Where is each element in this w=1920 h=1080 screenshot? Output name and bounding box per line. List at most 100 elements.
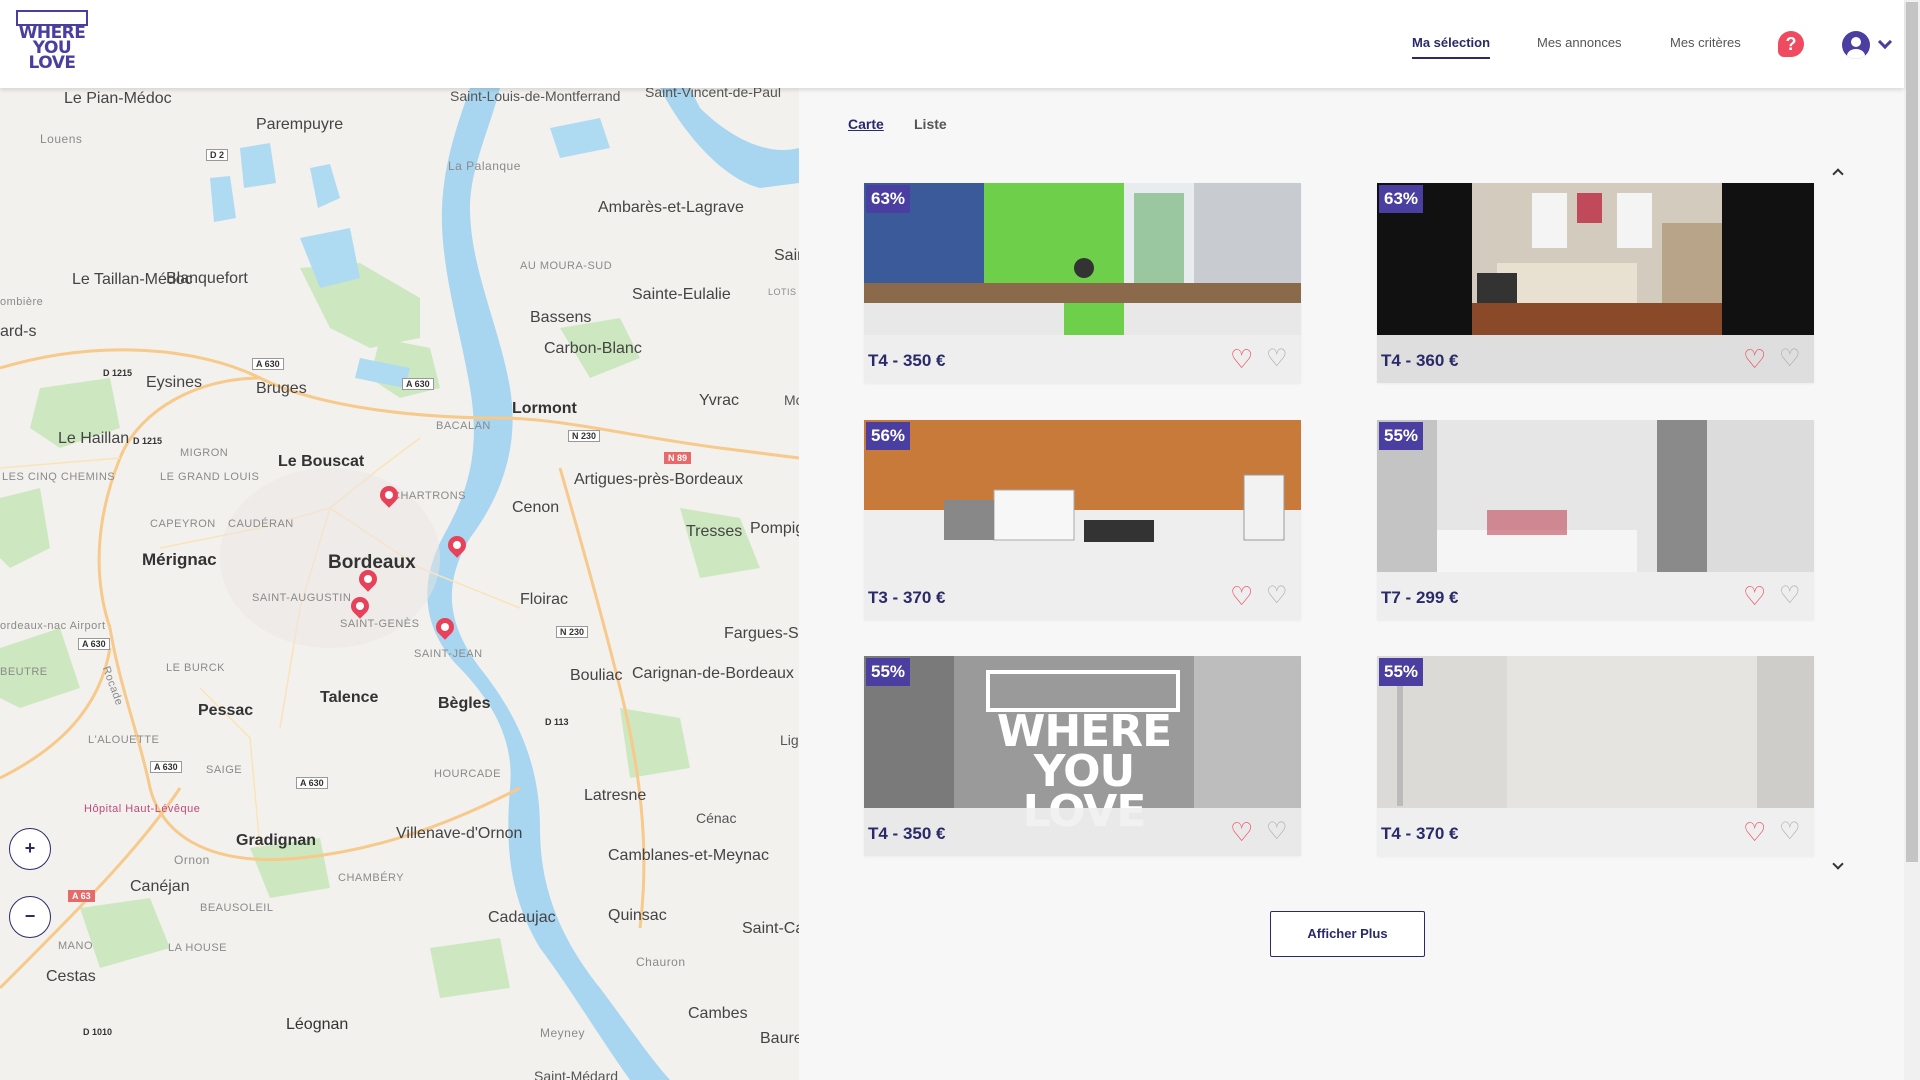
map-label: Camblanes-et-Meynac [608,847,769,864]
map-label: AU MOURA-SUD [520,260,613,272]
match-badge: 56% [866,422,911,450]
dislike-icon[interactable]: ♡ [1266,584,1288,608]
listing-card[interactable]: 55% T4 - 370 € ♡ ♡ [1377,656,1814,856]
nav-mes-criteres[interactable]: Mes critères [1670,35,1741,50]
map-label: ordeaux-nac Airport [0,620,106,632]
heart-icon[interactable]: ♡ [1743,819,1766,845]
top-bar: WHERE YOU LOVE Ma sélection Mes annonces… [0,0,1904,88]
road-shield: N 89 [664,452,692,464]
map-label: LE GRAND LOUIS [160,471,260,483]
map-label: Quinsac [608,907,667,924]
heart-icon[interactable]: ♡ [1743,583,1766,609]
match-badge: 63% [1379,185,1424,213]
map-label: LE BURCK [166,662,226,674]
heart-icon[interactable]: ♡ [1743,346,1766,372]
road-shield: D 1215 [133,436,163,446]
listing-card[interactable]: WHERE YOU LOVE 55% T4 - 350 € ♡ ♡ [864,656,1301,856]
map-label: Latresne [584,787,647,804]
map-label: BEAUSOLEIL [200,902,274,914]
user-head-shape [1851,37,1861,47]
map-label: Saint-Louis-de-Montferrand [450,88,621,104]
map-label: BACALAN [436,420,491,432]
show-more-button[interactable]: Afficher Plus [1270,911,1425,957]
page-scrollbar[interactable] [1904,0,1920,1080]
map-label: BEUTRE [0,666,48,678]
dislike-icon[interactable]: ♡ [1266,820,1288,844]
map-label: Cénac [696,810,737,826]
map-label: Cambes [688,1005,748,1022]
map-label: ombière [0,296,44,308]
map-label: MIGRON [180,447,229,459]
match-badge: 55% [1379,658,1424,686]
map-label: Floirac [520,591,569,608]
page-scrollbar-thumb[interactable] [1906,2,1918,862]
map-label: CAUDÉRAN [228,518,294,530]
road-shield: D 1215 [103,368,133,378]
map-label: Pessac [198,702,254,719]
map-label: LOTIS LE C GRA [768,287,799,297]
map-label: Tresses [686,523,743,540]
match-badge: 55% [866,658,911,686]
heart-icon[interactable]: ♡ [1230,346,1253,372]
listing-card[interactable]: 63% T4 - 350 € ♡ ♡ [864,183,1301,383]
listing-card[interactable]: 56% T3 - 370 € ♡ ♡ [864,420,1301,620]
nav-mes-annonces[interactable]: Mes annonces [1537,35,1622,50]
dislike-icon[interactable]: ♡ [1779,820,1801,844]
listing-card[interactable]: 55% T7 - 299 € ♡ ♡ [1377,420,1814,620]
map-label: Sair [774,247,799,264]
scroll-up-icon[interactable] [1832,168,1844,180]
chevron-down-icon[interactable] [1877,34,1893,50]
map-label: Canéjan [130,878,190,895]
user-account-icon[interactable] [1842,31,1870,59]
map-label: LES CINQ CHEMINS [2,471,116,483]
heart-icon[interactable]: ♡ [1230,583,1253,609]
road-shield: N 230 [556,626,589,638]
map-label: SAIGE [206,764,243,776]
scroll-down-icon[interactable] [1832,858,1844,870]
road-shield: D 113 [545,717,569,727]
map-label: SAINT-AUGUSTIN [252,592,352,604]
map-label: Talence [320,689,379,706]
listing-card[interactable]: 63% T4 - 360 € ♡ ♡ [1377,183,1814,383]
map-label: Parempuyre [256,116,344,133]
zoom-out-button[interactable]: − [9,896,51,938]
map-label: Blanquefort [166,270,248,287]
map-label: Carignan-de-Bordeaux [632,665,794,682]
map-label: SAINT-GENÈS [340,618,420,630]
road-shield: A 630 [252,358,284,370]
heart-icon[interactable]: ♡ [1230,819,1253,845]
listing-title: T4 - 360 € [1381,351,1459,370]
map-label: Lormont [512,400,577,417]
map-label: Artigues-près-Bordeaux [574,471,743,488]
help-icon[interactable]: ? [1778,31,1804,57]
listing-title: T7 - 299 € [1381,588,1459,607]
map-view[interactable]: Le Pian-Médoc Parempuyre Saint-Louis-de-… [0,88,799,1080]
dislike-icon[interactable]: ♡ [1779,584,1801,608]
map-label: Ambarès-et-Lagrave [598,199,744,216]
map-label: Gradignan [236,832,317,849]
tab-carte[interactable]: Carte [848,116,884,132]
dislike-icon[interactable]: ♡ [1779,347,1801,371]
map-label: CHARTRONS [392,490,466,502]
logo[interactable]: WHERE YOU LOVE [16,10,90,72]
map-label: LA HOUSE [168,942,228,954]
map-label: Bordeaux [328,552,416,573]
zoom-in-button[interactable]: + [9,828,51,870]
tab-liste[interactable]: Liste [914,116,947,132]
map-label: Carbon-Blanc [544,340,642,357]
map-label: Bouliac [570,667,623,684]
map-label: Hôpital Haut-Lévêque [84,803,201,815]
map-label: Ornon [174,853,210,867]
match-badge: 63% [866,185,911,213]
dislike-icon[interactable]: ♡ [1266,347,1288,371]
map-label: Pompig [750,520,799,537]
listing-title: T4 - 370 € [1381,824,1459,843]
map-label: Meyney [540,1026,586,1040]
nav-ma-selection[interactable]: Ma sélection [1412,35,1491,59]
map-label: Saint-Ca de-Bord [742,920,799,937]
map-label: Louens [40,132,83,146]
road-shield: N 230 [568,430,601,442]
map-label: Sainte-Eulalie [632,286,731,303]
listings-scrollbar[interactable] [1830,168,1846,876]
map-label: Yvrac [699,392,740,409]
